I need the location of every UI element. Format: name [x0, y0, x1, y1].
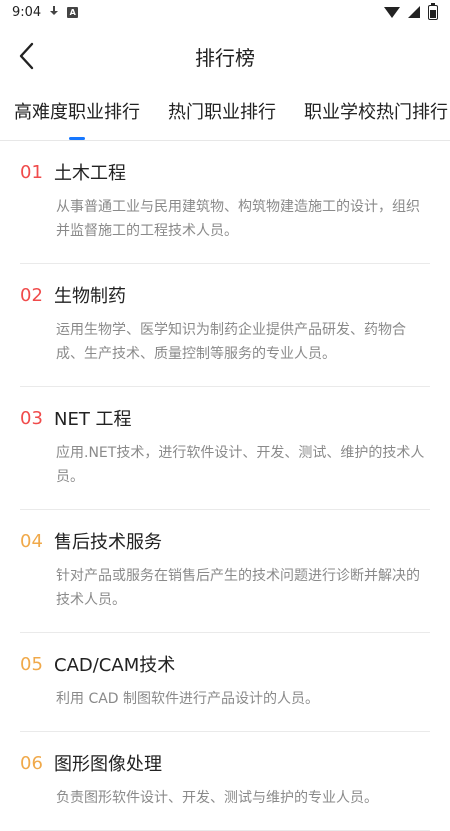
item-header: 05 CAD/CAM技术 — [20, 651, 430, 677]
tab-hard-jobs[interactable]: 高难度职业排行 — [14, 98, 140, 140]
list-item[interactable]: 05 CAD/CAM技术 利用 CAD 制图软件进行产品设计的人员。 — [20, 633, 430, 732]
tab-bar: 高难度职业排行 热门职业排行 职业学校热门排行 — [0, 88, 450, 141]
job-description: 应用.NET技术，进行软件设计、开发、测试、维护的技术人员。 — [56, 445, 425, 485]
status-time: 9:04 — [12, 4, 42, 20]
tab-hot-jobs[interactable]: 热门职业排行 — [168, 98, 276, 140]
job-description: 运用生物学、医学知识为制药企业提供产品研发、药物合成、生产技术、质量控制等服务的… — [56, 322, 406, 362]
battery-icon — [428, 2, 438, 20]
job-description: 负责图形软件设计、开发、测试与维护的专业人员。 — [56, 790, 378, 806]
rank-number: 01 — [20, 161, 43, 183]
job-title: 售后技术服务 — [54, 532, 162, 553]
ranking-list: 01 土木工程 从事普通工业与民用建筑物、构筑物建造施工的设计，组织并监督施工的… — [0, 141, 450, 831]
status-right — [384, 2, 438, 20]
list-item[interactable]: 01 土木工程 从事普通工业与民用建筑物、构筑物建造施工的设计，组织并监督施工的… — [20, 141, 430, 264]
tab-vocational-schools[interactable]: 职业学校热门排行 — [304, 98, 448, 140]
back-arrow-icon — [19, 42, 34, 70]
job-description: 利用 CAD 制图软件进行产品设计的人员。 — [56, 691, 320, 707]
item-header: 03 NET 工程 — [20, 405, 430, 431]
item-header: 02 生物制药 — [20, 282, 430, 308]
job-title: NET 工程 — [54, 409, 132, 430]
list-item[interactable]: 06 图形图像处理 负责图形软件设计、开发、测试与维护的专业人员。 — [20, 732, 430, 831]
header: 排行榜 — [0, 24, 450, 88]
app-notification-icon: A — [67, 6, 79, 18]
item-header: 04 售后技术服务 — [20, 528, 430, 554]
list-item[interactable]: 03 NET 工程 应用.NET技术，进行软件设计、开发、测试、维护的技术人员。 — [20, 387, 430, 510]
rank-number: 05 — [20, 653, 43, 675]
job-description: 从事普通工业与民用建筑物、构筑物建造施工的设计，组织并监督施工的工程技术人员。 — [56, 199, 420, 239]
job-title: 图形图像处理 — [54, 754, 162, 775]
list-item[interactable]: 02 生物制药 运用生物学、医学知识为制药企业提供产品研发、药物合成、生产技术、… — [20, 264, 430, 387]
rank-number: 06 — [20, 752, 43, 774]
wifi-icon — [384, 6, 400, 18]
job-description: 针对产品或服务在销售后产生的技术问题进行诊断并解决的技术人员。 — [56, 568, 420, 608]
list-item[interactable]: 04 售后技术服务 针对产品或服务在销售后产生的技术问题进行诊断并解决的技术人员… — [20, 510, 430, 633]
signal-icon — [408, 6, 420, 18]
page-title: 排行榜 — [195, 45, 255, 70]
status-left: 9:04 A — [12, 4, 79, 20]
item-header: 01 土木工程 — [20, 159, 430, 185]
rank-number: 02 — [20, 284, 43, 306]
back-button[interactable] — [10, 36, 44, 76]
job-title: CAD/CAM技术 — [54, 655, 176, 676]
item-header: 06 图形图像处理 — [20, 750, 430, 776]
job-title: 土木工程 — [54, 163, 126, 184]
status-bar: 9:04 A — [0, 0, 450, 24]
download-icon — [49, 6, 59, 18]
rank-number: 03 — [20, 407, 43, 429]
rank-number: 04 — [20, 530, 43, 552]
job-title: 生物制药 — [54, 286, 126, 307]
